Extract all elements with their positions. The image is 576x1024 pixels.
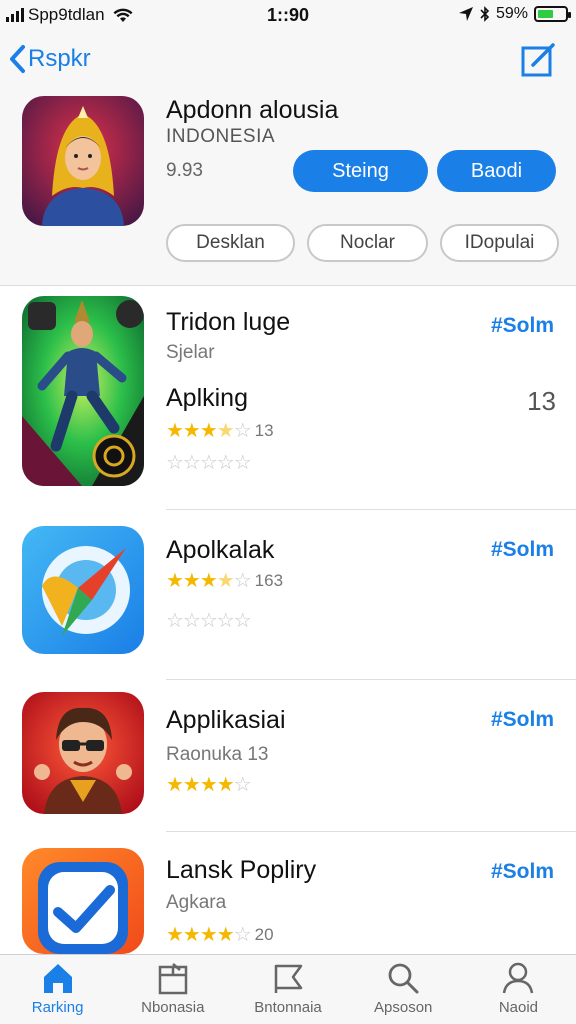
tab-search[interactable]: Apsoson [346, 955, 461, 1024]
app-secondary-name-1: Aplking [166, 384, 248, 412]
app-name-3: Applikasiai [166, 706, 286, 734]
flag-icon [274, 964, 303, 993]
tab-categories[interactable]: Nbonasia [115, 955, 230, 1024]
app-rank-1: 13 [527, 386, 556, 416]
price-button-1[interactable]: #Solm [491, 314, 554, 338]
filter-button-1[interactable]: Desklan [166, 224, 295, 262]
primary-button-1[interactable]: Steing [293, 150, 428, 192]
primary-button-2[interactable]: Baodi [437, 150, 556, 192]
list-item[interactable]: Applikasiai #Solm Raonuka 13 ★★★★ ☆ [0, 680, 576, 832]
app-name-2: Apolkalak [166, 536, 275, 564]
warrior-figure-icon [22, 296, 144, 486]
empty-stars-1: ☆☆☆☆☆ [166, 452, 252, 474]
tab-label: Rarking [31, 999, 84, 1016]
status-bar: Spp9tdlan 1::90 59% [0, 0, 576, 30]
status-indicators: 59% [458, 5, 571, 23]
app-name-4: Lansk Popliry [166, 856, 317, 884]
categories-icon [158, 963, 188, 995]
app-subtitle-3: Raonuka 13 [166, 744, 269, 765]
tab-label: Bntonnaia [254, 999, 322, 1016]
tab-label: Naoid [498, 999, 539, 1016]
home-icon [43, 964, 72, 993]
tab-label: Nbonasia [141, 999, 205, 1016]
tab-label: Apsoson [374, 999, 433, 1016]
app-icon-1 [22, 296, 144, 486]
battery-percent: 59% [495, 5, 528, 22]
app-subtitle-1: Sjelar [166, 342, 215, 363]
chevron-left-icon [10, 45, 25, 73]
featured-subtitle: INDONESIA [166, 126, 276, 147]
nav-bar: Rspkr [0, 30, 576, 90]
star-rating-4: ★★★★ ☆ 20 [166, 924, 274, 946]
app-name-1: Tridon luge [166, 308, 291, 336]
list-item[interactable]: Apolkalak #Solm ★★★ ★ ☆ 163 ☆☆☆☆☆ [0, 510, 576, 680]
cartoon-man-icon [22, 692, 144, 814]
location-icon [458, 7, 473, 21]
app-subtitle-4: Agkara [166, 892, 227, 913]
compass-logo-icon [22, 526, 144, 654]
rating-count-4: 20 [254, 924, 274, 944]
filter-button-2[interactable]: Noclar [307, 224, 428, 262]
featured-app-icon[interactable] [22, 96, 144, 226]
filter-button-3[interactable]: IDopulai [440, 224, 559, 262]
battery-icon [534, 6, 571, 22]
price-button-2[interactable]: #Solm [491, 538, 554, 562]
empty-stars-2: ☆☆☆☆☆ [166, 610, 252, 632]
tab-profile[interactable]: Naoid [461, 955, 576, 1024]
list-item[interactable]: Lansk Popliry #Solm Agkara ★★★★ ☆ 20 [0, 832, 576, 954]
star-rating-1: ★★★ ★ ☆ 13 [166, 420, 274, 442]
rating-count-1: 13 [254, 420, 274, 440]
checkmark-logo-icon [22, 848, 144, 954]
star-rating-3: ★★★★ ☆ [166, 774, 252, 796]
woman-portrait-icon [22, 96, 144, 226]
list-item[interactable]: Tridon luge Sjelar #Solm Aplking 13 ★★★ ★… [0, 286, 576, 510]
rating-count-2: 163 [254, 570, 284, 590]
app-icon-2 [22, 526, 144, 654]
search-icon [388, 963, 419, 994]
featured-title: Apdonn alousia [166, 96, 339, 124]
tab-bar: Rarking Nbonasia Bntonnaia Apsoson Naoid [0, 954, 576, 1024]
featured-app: Apdonn alousia INDONESIA 9.93 Steing Bao… [0, 90, 576, 286]
compose-button[interactable] [520, 42, 556, 83]
tab-ranking[interactable]: Rarking [0, 955, 115, 1024]
back-label: Rspkr [28, 45, 91, 72]
price-button-3[interactable]: #Solm [491, 708, 554, 732]
featured-meta: 9.93 [166, 160, 203, 181]
price-button-4[interactable]: #Solm [491, 860, 554, 884]
star-rating-2: ★★★ ★ ☆ 163 [166, 570, 284, 592]
profile-icon [503, 962, 534, 994]
app-icon-3 [22, 692, 144, 814]
app-icon-4 [22, 848, 144, 954]
compose-icon [521, 43, 555, 77]
bluetooth-icon [480, 6, 490, 22]
back-button[interactable]: Rspkr [8, 44, 91, 74]
tab-flag[interactable]: Bntonnaia [230, 955, 345, 1024]
